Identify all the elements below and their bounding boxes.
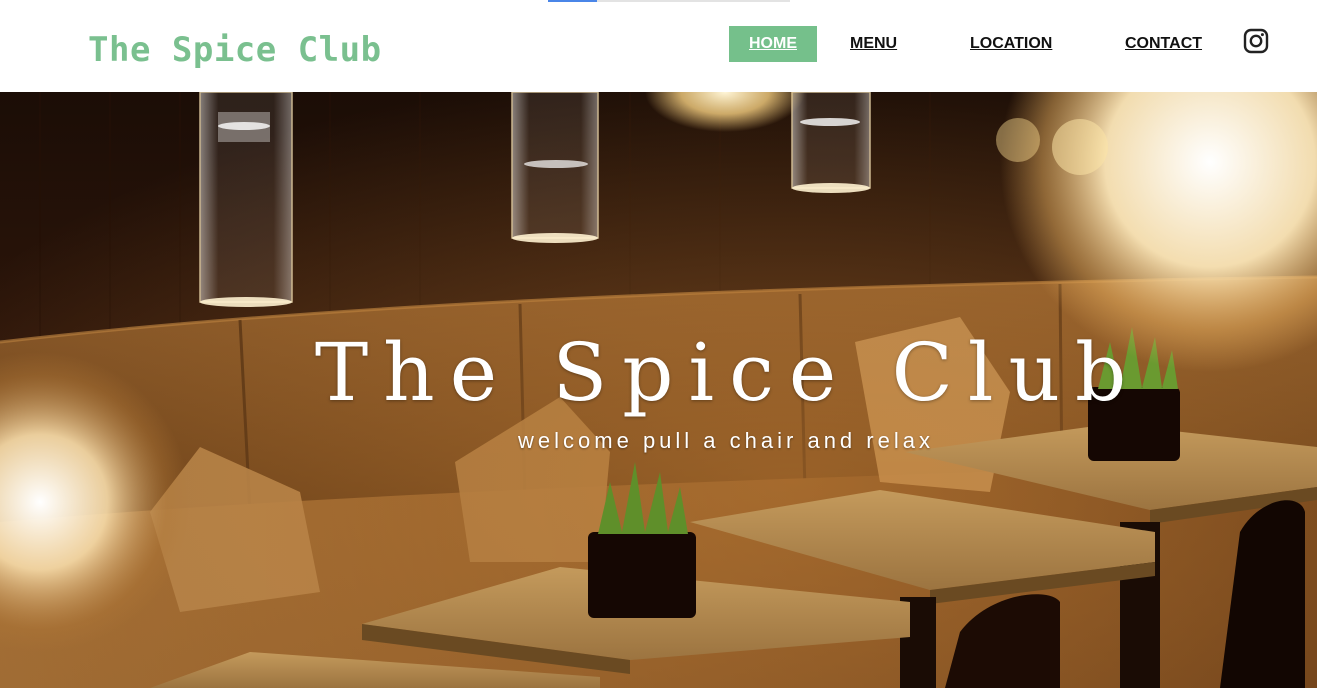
hero-section: The Spice Club welcome pull a chair and … [0,92,1317,688]
nav-menu-link[interactable]: MENU [850,26,897,62]
hero-title: The Spice Club [314,326,1142,419]
nav-location-link[interactable]: LOCATION [970,26,1052,62]
page-loading-bar [548,0,790,2]
site-header: The Spice Club HOME MENU LOCATION CONTAC… [0,0,1317,92]
site-logo[interactable]: The Spice Club [88,28,382,72]
nav-home-link[interactable]: HOME [729,26,817,62]
hero-subtitle: welcome pull a chair and relax [518,428,934,453]
instagram-icon[interactable] [1243,28,1269,54]
nav-contact-link[interactable]: CONTACT [1125,26,1202,62]
